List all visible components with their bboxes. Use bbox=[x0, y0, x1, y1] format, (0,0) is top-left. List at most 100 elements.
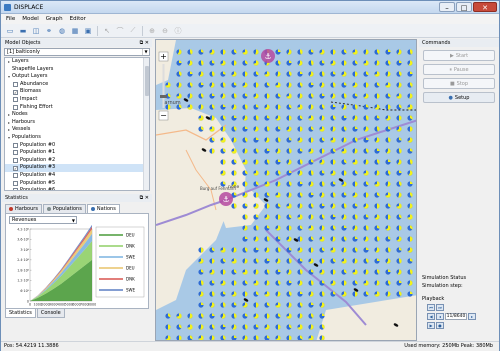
map-node[interactable] bbox=[407, 49, 413, 55]
step-back-fast-button[interactable]: ⏮ bbox=[427, 304, 435, 311]
map-node[interactable] bbox=[363, 181, 369, 187]
map-node[interactable] bbox=[275, 247, 281, 253]
map-node[interactable] bbox=[385, 148, 391, 154]
map-node[interactable] bbox=[407, 203, 413, 209]
map-node[interactable] bbox=[363, 192, 369, 198]
map-node[interactable] bbox=[396, 225, 402, 231]
map-node[interactable] bbox=[231, 82, 237, 88]
map-node[interactable] bbox=[341, 291, 347, 297]
map-node[interactable] bbox=[374, 126, 380, 132]
map-node[interactable] bbox=[264, 225, 270, 231]
map-node[interactable] bbox=[264, 93, 270, 99]
map-node[interactable] bbox=[363, 93, 369, 99]
map-node[interactable] bbox=[187, 104, 193, 110]
map-node[interactable] bbox=[253, 60, 259, 66]
map-node[interactable] bbox=[275, 302, 281, 308]
map-node[interactable] bbox=[374, 181, 380, 187]
tab-nations[interactable]: Nations bbox=[86, 204, 120, 213]
map-node[interactable] bbox=[242, 170, 248, 176]
map-node[interactable] bbox=[374, 137, 380, 143]
map-node[interactable] bbox=[198, 49, 204, 55]
map-node[interactable] bbox=[341, 104, 347, 110]
map-node[interactable] bbox=[220, 126, 226, 132]
map-node[interactable] bbox=[253, 192, 259, 198]
map-node[interactable] bbox=[264, 313, 270, 319]
map-node[interactable] bbox=[308, 126, 314, 132]
map-node[interactable] bbox=[187, 82, 193, 88]
map-node[interactable] bbox=[341, 258, 347, 264]
map-node[interactable] bbox=[209, 93, 215, 99]
map-node[interactable] bbox=[253, 313, 259, 319]
map-node[interactable] bbox=[176, 60, 182, 66]
map-node[interactable] bbox=[187, 60, 193, 66]
map-node[interactable] bbox=[330, 137, 336, 143]
map-node[interactable] bbox=[198, 291, 204, 297]
map-node[interactable] bbox=[198, 104, 204, 110]
map-node[interactable] bbox=[253, 49, 259, 55]
menu-model[interactable]: Model bbox=[22, 16, 39, 22]
map-node[interactable] bbox=[220, 324, 226, 330]
map-node[interactable] bbox=[187, 71, 193, 77]
map-node[interactable] bbox=[242, 214, 248, 220]
map-node[interactable] bbox=[286, 82, 292, 88]
setup-button[interactable]: ● Setup bbox=[423, 92, 495, 103]
map-node[interactable] bbox=[198, 71, 204, 77]
map-node[interactable] bbox=[297, 49, 303, 55]
map-node[interactable] bbox=[231, 159, 237, 165]
start-button[interactable]: ▶ Start bbox=[423, 50, 495, 61]
map-node[interactable] bbox=[286, 203, 292, 209]
map-node[interactable] bbox=[308, 258, 314, 264]
map-node[interactable] bbox=[352, 93, 358, 99]
map-node[interactable] bbox=[220, 335, 226, 340]
map-node[interactable] bbox=[253, 93, 259, 99]
map-node[interactable] bbox=[407, 258, 413, 264]
map-node[interactable] bbox=[308, 181, 314, 187]
map-node[interactable] bbox=[407, 280, 413, 286]
open-icon[interactable]: ▭ bbox=[5, 26, 15, 36]
tree-item[interactable]: Population #0 bbox=[5, 142, 149, 150]
map-node[interactable] bbox=[242, 324, 248, 330]
map-node[interactable] bbox=[319, 93, 325, 99]
map-node[interactable] bbox=[253, 269, 259, 275]
map-node[interactable] bbox=[385, 82, 391, 88]
map-node[interactable] bbox=[297, 324, 303, 330]
map-node[interactable] bbox=[385, 49, 391, 55]
grid-icon[interactable]: ▦ bbox=[70, 26, 80, 36]
map-node[interactable] bbox=[341, 82, 347, 88]
map-node[interactable] bbox=[286, 236, 292, 242]
map-node[interactable] bbox=[297, 335, 303, 340]
map-node[interactable] bbox=[176, 313, 182, 319]
map-node[interactable] bbox=[275, 192, 281, 198]
map-node[interactable] bbox=[253, 115, 259, 121]
map-node[interactable] bbox=[352, 203, 358, 209]
map-node[interactable] bbox=[264, 335, 270, 340]
map-node[interactable] bbox=[407, 269, 413, 275]
map-node[interactable] bbox=[242, 137, 248, 143]
map-node[interactable] bbox=[374, 291, 380, 297]
map-node[interactable] bbox=[264, 71, 270, 77]
map-node[interactable] bbox=[209, 269, 215, 275]
map-node[interactable] bbox=[253, 324, 259, 330]
map-node[interactable] bbox=[231, 104, 237, 110]
rewind-button[interactable]: ◀ bbox=[427, 313, 435, 320]
checkbox[interactable] bbox=[13, 158, 18, 164]
map-node[interactable] bbox=[209, 313, 215, 319]
map-view[interactable]: ⚓ ⚓ Farnum Burg auf Fehmarn none + − bbox=[155, 39, 417, 341]
map-node[interactable] bbox=[176, 82, 182, 88]
harbour-marker[interactable]: ⚓ bbox=[261, 49, 275, 63]
map-node[interactable] bbox=[231, 203, 237, 209]
map-node[interactable] bbox=[253, 181, 259, 187]
map-node[interactable] bbox=[330, 225, 336, 231]
map-node[interactable] bbox=[209, 104, 215, 110]
map-node[interactable] bbox=[231, 247, 237, 253]
map-node[interactable] bbox=[275, 258, 281, 264]
map-node[interactable] bbox=[231, 148, 237, 154]
map-node[interactable] bbox=[264, 280, 270, 286]
map-node[interactable] bbox=[209, 302, 215, 308]
map-node[interactable] bbox=[220, 269, 226, 275]
map-node[interactable] bbox=[319, 170, 325, 176]
map-node[interactable] bbox=[264, 170, 270, 176]
map-node[interactable] bbox=[264, 258, 270, 264]
map-node[interactable] bbox=[253, 302, 259, 308]
map-node[interactable] bbox=[330, 60, 336, 66]
